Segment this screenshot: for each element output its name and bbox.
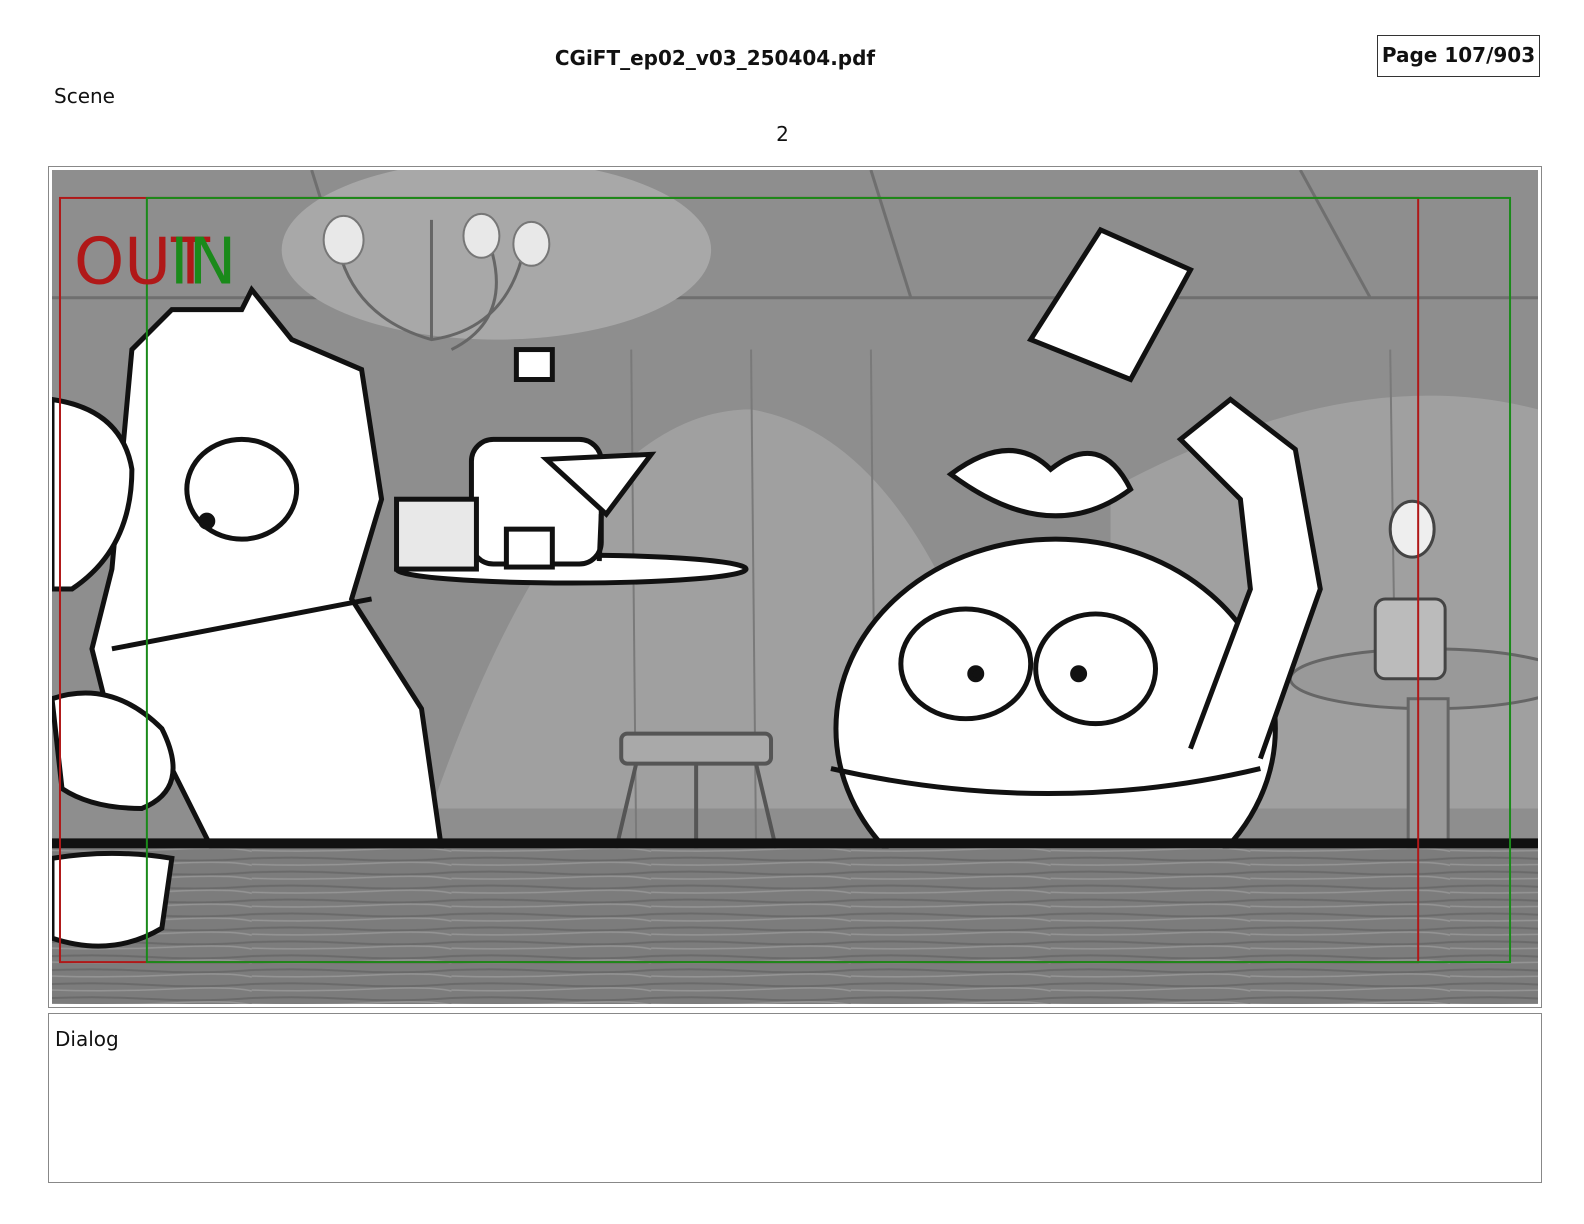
counter-cup xyxy=(52,850,175,949)
page-indicator: Page 107/903 xyxy=(1377,35,1540,77)
bar-counter-edge xyxy=(52,838,1538,849)
bar-counter xyxy=(52,848,1538,1004)
scene-label: Scene xyxy=(54,84,115,108)
dialog-label: Dialog xyxy=(55,1027,119,1051)
storyboard-panel: OUT IN xyxy=(48,166,1542,1008)
scene-number: 2 xyxy=(776,122,789,146)
dialog-box: Dialog xyxy=(48,1013,1542,1183)
document-title: CGiFT_ep02_v03_250404.pdf xyxy=(554,46,876,70)
storyboard-drawing: OUT IN xyxy=(52,170,1538,1004)
frame-marker-in: IN xyxy=(170,226,237,300)
